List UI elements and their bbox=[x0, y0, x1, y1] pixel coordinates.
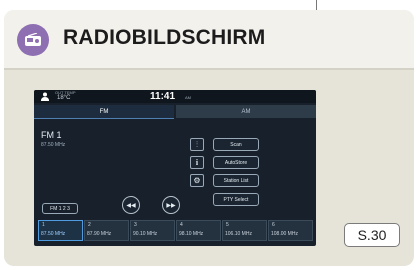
preset-button[interactable]: 1 87.50 MHz bbox=[38, 220, 83, 241]
preset-button[interactable]: 3 90.10 MHz bbox=[130, 220, 175, 241]
seek-forward-button[interactable]: ▶▶ bbox=[162, 196, 180, 214]
preset-button[interactable]: 2 87.90 MHz bbox=[84, 220, 129, 241]
pty-select-button[interactable]: PTY Select bbox=[213, 193, 259, 206]
status-bar: OUT TEMP 18°C 11:41 AM bbox=[34, 90, 316, 103]
seek-back-button[interactable]: ◀◀ bbox=[122, 196, 140, 214]
preset-frequency: 108.00 MHz bbox=[271, 231, 298, 237]
tab-fm[interactable]: FM bbox=[34, 105, 174, 119]
equalizer-icon[interactable]: ⫶ bbox=[190, 138, 204, 151]
clock: 11:41 bbox=[150, 91, 176, 102]
preset-frequency: 90.10 MHz bbox=[133, 231, 158, 237]
page-reference-badge: S.30 bbox=[344, 223, 400, 247]
preset-number: 2 bbox=[88, 222, 91, 228]
station-name: FM 1 bbox=[41, 130, 62, 140]
preset-frequency: 98.10 MHz bbox=[179, 231, 204, 237]
scan-button[interactable]: Scan bbox=[213, 138, 259, 151]
preset-number: 1 bbox=[42, 222, 45, 228]
preset-number: 4 bbox=[180, 222, 183, 228]
outside-temp-value: 18°C bbox=[57, 95, 71, 101]
settings-gear-icon[interactable]: ⚙ bbox=[190, 174, 204, 187]
preset-frequency: 87.90 MHz bbox=[87, 231, 112, 237]
station-list-button[interactable]: Station List bbox=[213, 174, 259, 187]
preset-button[interactable]: 4 98.10 MHz bbox=[176, 220, 221, 241]
radio-screen: OUT TEMP 18°C 11:41 AM FM AM FM 1 87.50 … bbox=[34, 90, 316, 246]
header-divider bbox=[4, 68, 414, 70]
preset-number: 5 bbox=[226, 222, 229, 228]
page-title: RADIOBILDSCHIRM bbox=[63, 26, 266, 49]
autostore-button[interactable]: AutoStore bbox=[213, 156, 259, 169]
preset-number: 3 bbox=[134, 222, 137, 228]
user-icon bbox=[41, 92, 49, 101]
preset-bar: 1 87.50 MHz 2 87.90 MHz 3 90.10 MHz 4 98… bbox=[38, 220, 313, 241]
preset-button[interactable]: 6 108.00 MHz bbox=[268, 220, 313, 241]
radio-icon bbox=[17, 24, 49, 56]
fm-band-select-button[interactable]: FM 1 2 3 bbox=[42, 203, 78, 214]
ampm-indicator: AM bbox=[185, 95, 191, 100]
info-icon[interactable]: i bbox=[190, 156, 204, 169]
preset-button[interactable]: 5 106.10 MHz bbox=[222, 220, 267, 241]
preset-frequency: 87.50 MHz bbox=[41, 231, 66, 237]
station-frequency: 87.50 MHz bbox=[41, 142, 66, 148]
tab-am[interactable]: AM bbox=[176, 105, 316, 118]
preset-frequency: 106.10 MHz bbox=[225, 231, 252, 237]
preset-number: 6 bbox=[272, 222, 275, 228]
card-header: RADIOBILDSCHIRM bbox=[4, 10, 414, 68]
corner-tick bbox=[316, 0, 317, 10]
